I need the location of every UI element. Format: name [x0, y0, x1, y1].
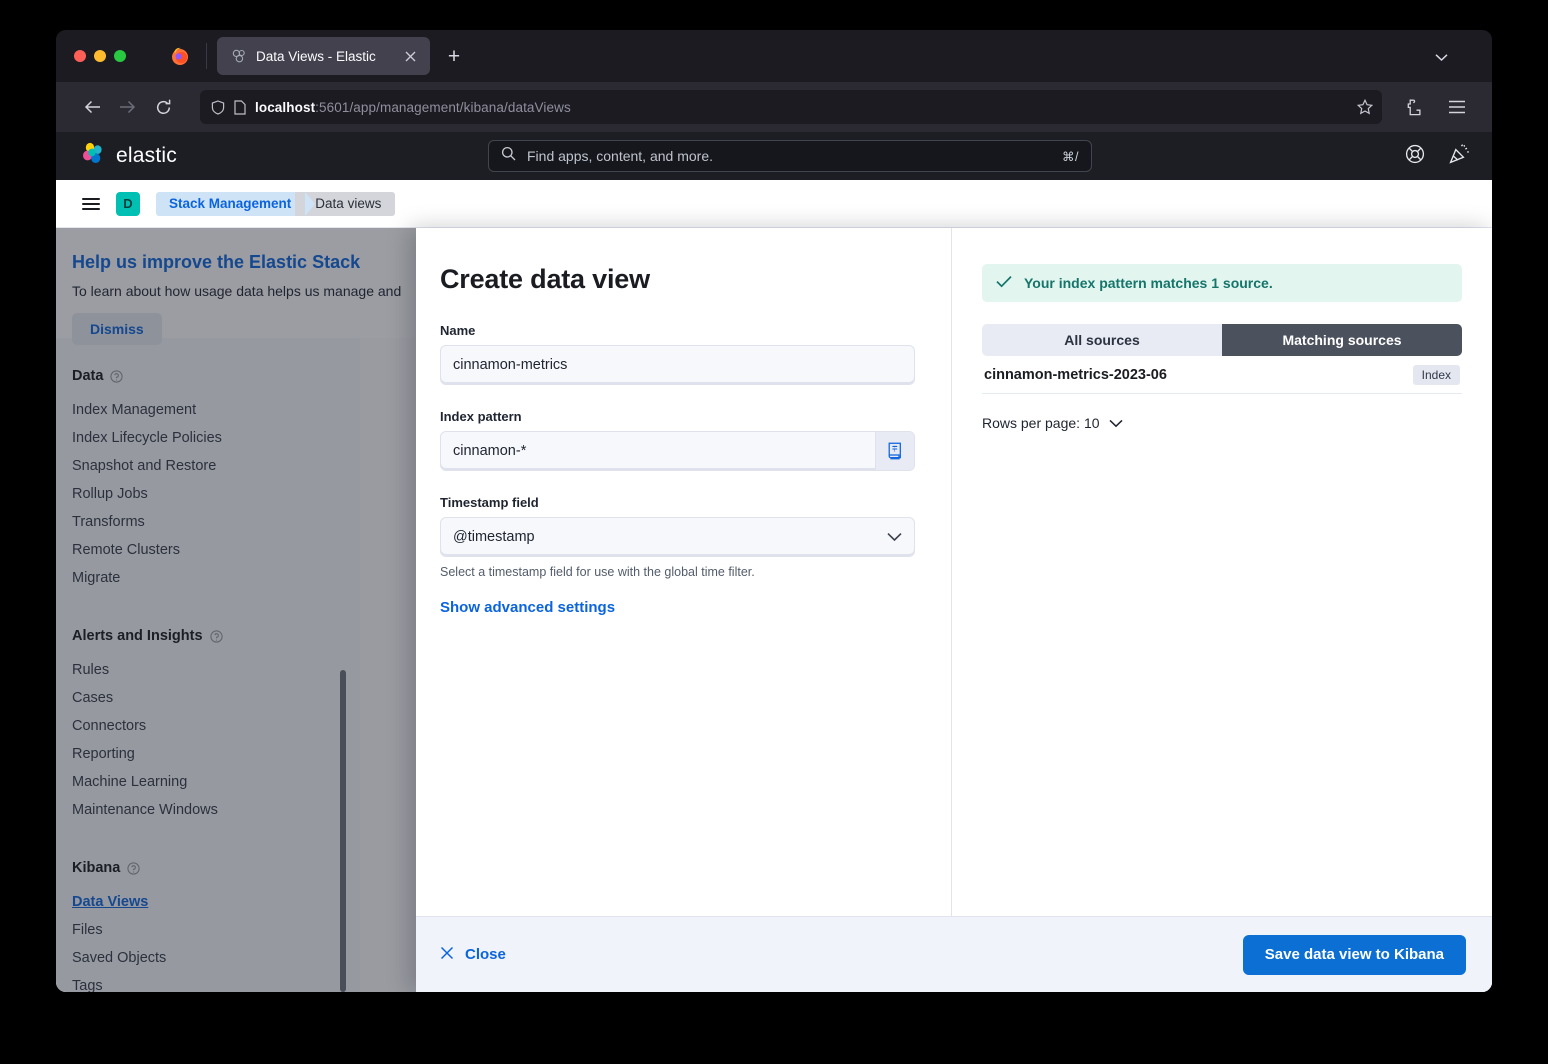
extensions-icon[interactable]	[1398, 90, 1432, 124]
data-view-form: Create data view Name cinnamon-metrics I…	[416, 228, 952, 916]
close-window-button[interactable]	[74, 50, 86, 62]
shield-icon[interactable]	[211, 99, 225, 115]
index-pattern-value: cinnamon-*	[453, 443, 527, 459]
forward-button[interactable]	[110, 90, 144, 124]
browser-tab-strip: Data Views - Elastic +	[56, 30, 1492, 82]
url-text: localhost:5601/app/management/kibana/dat…	[255, 100, 1348, 115]
reload-button[interactable]	[146, 90, 180, 124]
kibana-app: elastic Find apps, content, and more. ⌘/	[56, 132, 1492, 992]
check-icon	[996, 275, 1012, 291]
chevron-down-icon	[1109, 415, 1123, 431]
browser-menu-icon[interactable]	[1440, 90, 1474, 124]
header-actions	[1405, 143, 1470, 169]
tab-matching-sources[interactable]: Matching sources	[1222, 324, 1462, 356]
address-bar[interactable]: localhost:5601/app/management/kibana/dat…	[200, 90, 1382, 124]
party-popper-icon[interactable]	[1449, 143, 1470, 169]
tab-divider	[206, 43, 207, 69]
maximize-window-button[interactable]	[114, 50, 126, 62]
elastic-logo-icon	[80, 141, 106, 172]
page-title: Create data view	[440, 264, 650, 294]
elastic-logo[interactable]: elastic	[80, 141, 177, 172]
flyout-body: Create data view Name cinnamon-metrics I…	[416, 228, 1492, 916]
rows-per-page-selector[interactable]: Rows per page: 10	[982, 415, 1123, 431]
global-search-input[interactable]: Find apps, content, and more. ⌘/	[488, 140, 1092, 172]
breadcrumb-item-stack-management[interactable]: Stack Management	[156, 191, 316, 216]
kibana-global-header: elastic Find apps, content, and more. ⌘/	[56, 132, 1492, 180]
sources-tab-group: All sources Matching sources	[982, 324, 1462, 356]
tab-title: Data Views - Elastic	[256, 48, 376, 64]
help-lifebuoy-icon[interactable]	[1405, 144, 1425, 169]
search-icon	[501, 146, 516, 166]
global-search-placeholder: Find apps, content, and more.	[527, 148, 713, 164]
match-status-callout: Your index pattern matches 1 source.	[982, 264, 1462, 302]
create-data-view-flyout: Create data view Name cinnamon-metrics I…	[416, 228, 1492, 992]
timestamp-field-group: Timestamp field @timestamp Select a time…	[440, 495, 915, 579]
timestamp-field-label: Timestamp field	[440, 495, 539, 510]
match-status-text: Your index pattern matches 1 source.	[1024, 275, 1273, 291]
url-path: :5601/app/management/kibana/dataViews	[315, 99, 571, 115]
sources-preview-panel: Your index pattern matches 1 source. All…	[952, 228, 1492, 916]
close-x-icon	[440, 946, 454, 964]
new-tab-button[interactable]: +	[439, 41, 469, 71]
close-tab-button[interactable]	[400, 46, 420, 66]
name-field-label: Name	[440, 323, 476, 338]
list-all-tabs-button[interactable]	[1428, 46, 1454, 68]
elastic-favicon-icon	[231, 48, 247, 64]
name-field-group: Name cinnamon-metrics	[440, 323, 915, 385]
page-info-icon[interactable]	[234, 99, 246, 115]
browser-navigation-bar: localhost:5601/app/management/kibana/dat…	[56, 82, 1492, 132]
tab-all-sources[interactable]: All sources	[982, 324, 1222, 356]
back-button[interactable]	[76, 90, 110, 124]
timestamp-field-value: @timestamp	[453, 529, 535, 545]
space-avatar[interactable]: D	[116, 191, 140, 216]
show-advanced-settings-link[interactable]: Show advanced settings	[440, 599, 615, 616]
source-name: cinnamon-metrics-2023-06	[984, 366, 1167, 383]
elastic-brand-text: elastic	[116, 144, 177, 167]
window-controls[interactable]	[68, 50, 126, 62]
flyout-footer: Close Save data view to Kibana	[416, 916, 1492, 992]
close-button[interactable]: Close	[440, 946, 506, 964]
page-body: Help us improve the Elastic Stack To lea…	[56, 228, 1492, 992]
breadcrumb-bar: D Stack Management Data views	[56, 180, 1492, 228]
browser-window: Data Views - Elastic + localhost:5601/ap…	[56, 30, 1492, 992]
browser-tab[interactable]: Data Views - Elastic	[217, 37, 430, 75]
table-row[interactable]: cinnamon-metrics-2023-06 Index	[982, 356, 1462, 394]
nav-menu-toggle-icon[interactable]	[82, 197, 100, 210]
minimize-window-button[interactable]	[94, 50, 106, 62]
chevron-down-icon	[887, 532, 902, 542]
documentation-book-icon[interactable]: i	[875, 432, 914, 470]
bookmark-star-icon[interactable]	[1357, 99, 1373, 115]
index-pattern-label: Index pattern	[440, 409, 522, 424]
firefox-logo-icon	[170, 46, 190, 66]
breadcrumb: Stack Management Data views	[156, 191, 396, 216]
index-pattern-field-group: Index pattern cinnamon-* i	[440, 409, 915, 471]
name-input[interactable]: cinnamon-metrics	[440, 345, 915, 385]
url-host: localhost	[255, 99, 316, 115]
rows-per-page-label: Rows per page: 10	[982, 415, 1100, 431]
save-data-view-button[interactable]: Save data view to Kibana	[1242, 934, 1466, 975]
close-button-label: Close	[465, 946, 506, 963]
index-pattern-input[interactable]: cinnamon-* i	[440, 431, 915, 471]
status-badge: Index	[1412, 364, 1460, 385]
timestamp-field-help: Select a timestamp field for use with th…	[440, 565, 755, 579]
name-input-value: cinnamon-metrics	[453, 357, 568, 373]
timestamp-field-select[interactable]: @timestamp	[440, 517, 915, 557]
search-shortcut-hint: ⌘/	[1062, 149, 1079, 164]
svg-text:i: i	[893, 447, 895, 453]
